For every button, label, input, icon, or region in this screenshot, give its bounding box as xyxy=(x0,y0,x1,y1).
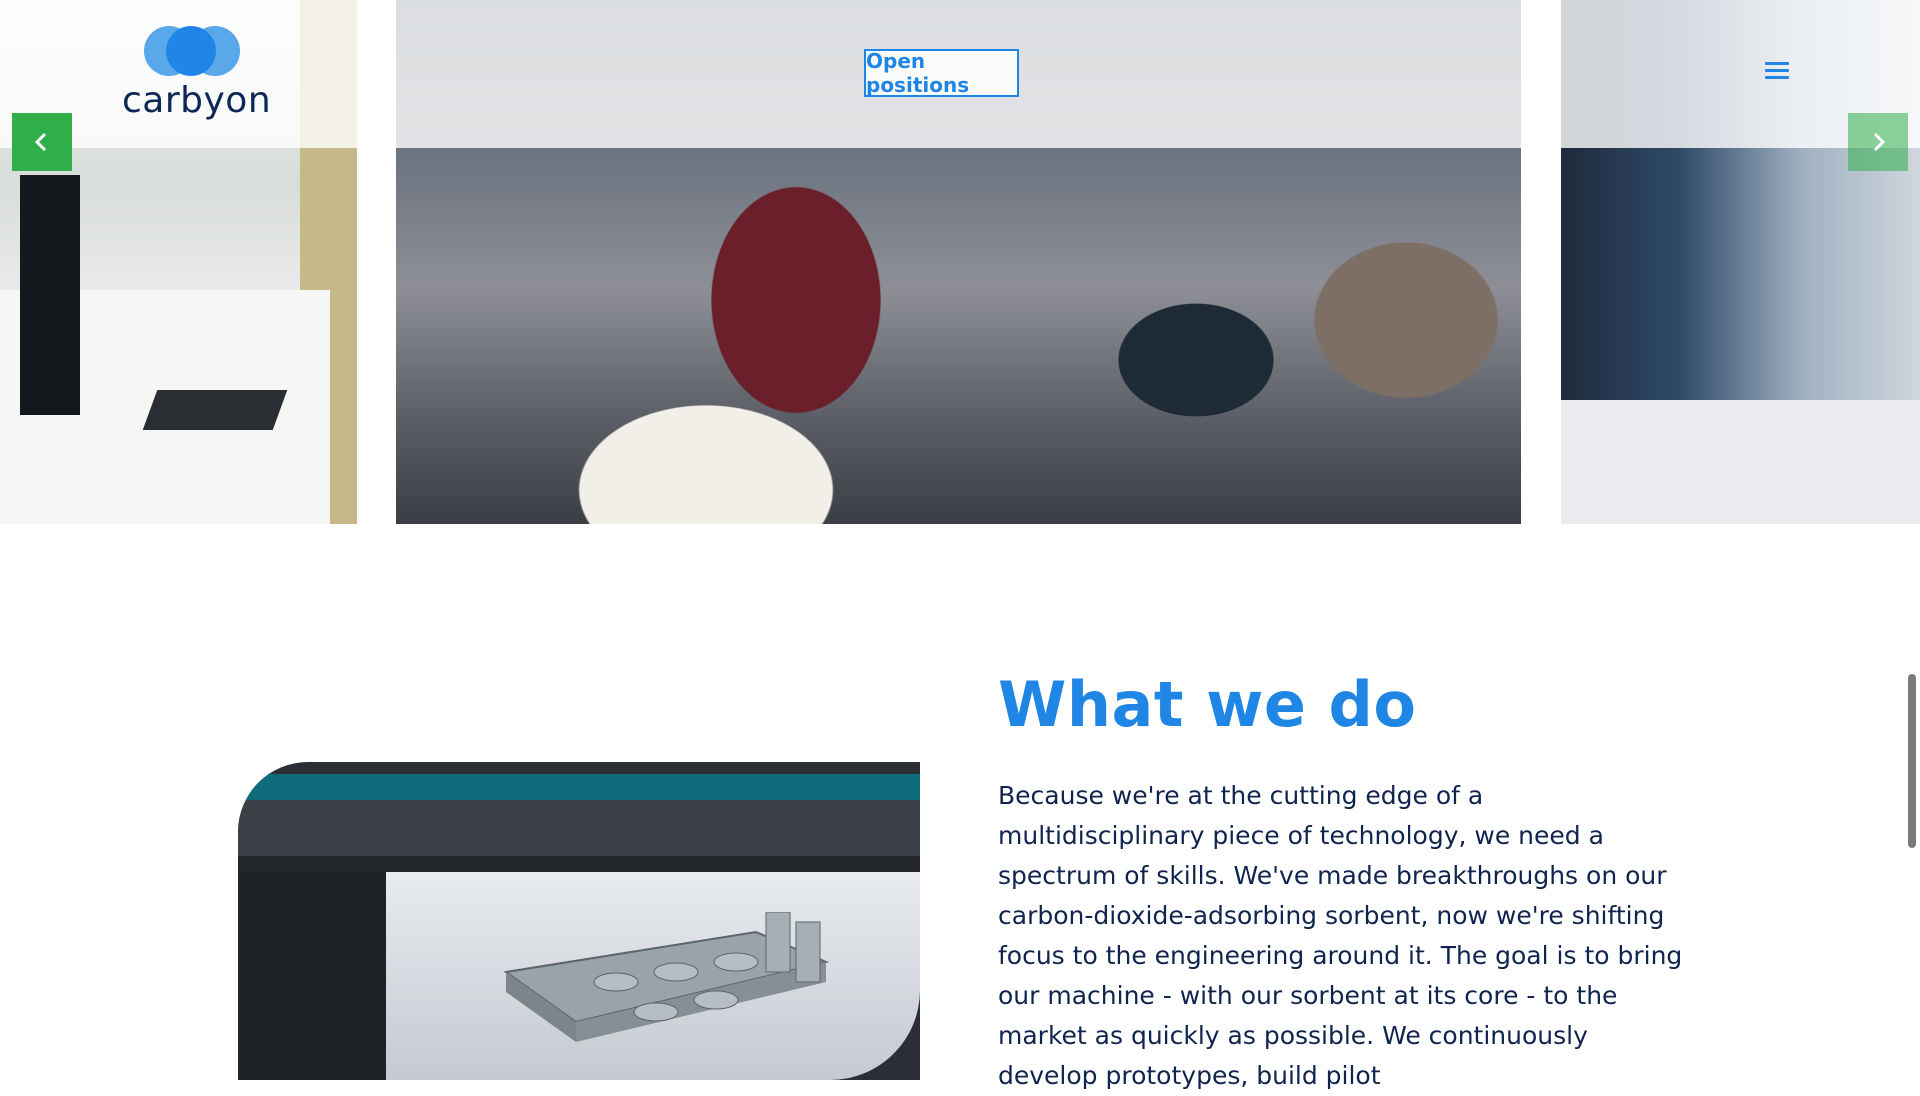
section-title: What we do xyxy=(998,668,1417,741)
site-header: carbyon Open positions xyxy=(0,0,1920,148)
cad-software-screenshot xyxy=(238,762,920,1080)
page-scrollbar[interactable] xyxy=(1908,674,1916,848)
section-body: Because we're at the cutting edge of a m… xyxy=(998,781,1683,1090)
chevron-right-icon xyxy=(1873,132,1886,152)
carousel-next-button[interactable] xyxy=(1848,113,1908,171)
cad-3d-viewport xyxy=(386,872,920,1080)
logo-mark xyxy=(144,26,240,76)
open-positions-button[interactable]: Open positions xyxy=(864,49,1019,97)
cad-tab-strip xyxy=(238,856,920,872)
photo-carousel: carbyon Open positions xyxy=(0,0,1920,524)
cad-part-model xyxy=(503,912,830,1042)
carousel-prev-button[interactable] xyxy=(12,113,72,171)
chevron-left-icon xyxy=(34,132,47,152)
cad-ribbon xyxy=(238,800,920,856)
carbyon-logo[interactable]: carbyon xyxy=(122,26,271,122)
cad-title-bar xyxy=(238,774,920,800)
monitor-silhouette xyxy=(20,175,80,415)
keyboard-silhouette xyxy=(142,390,288,430)
logo-wordmark: carbyon xyxy=(122,80,272,121)
hamburger-menu-icon[interactable] xyxy=(1762,58,1792,88)
cad-assembly-tree xyxy=(238,872,386,1080)
